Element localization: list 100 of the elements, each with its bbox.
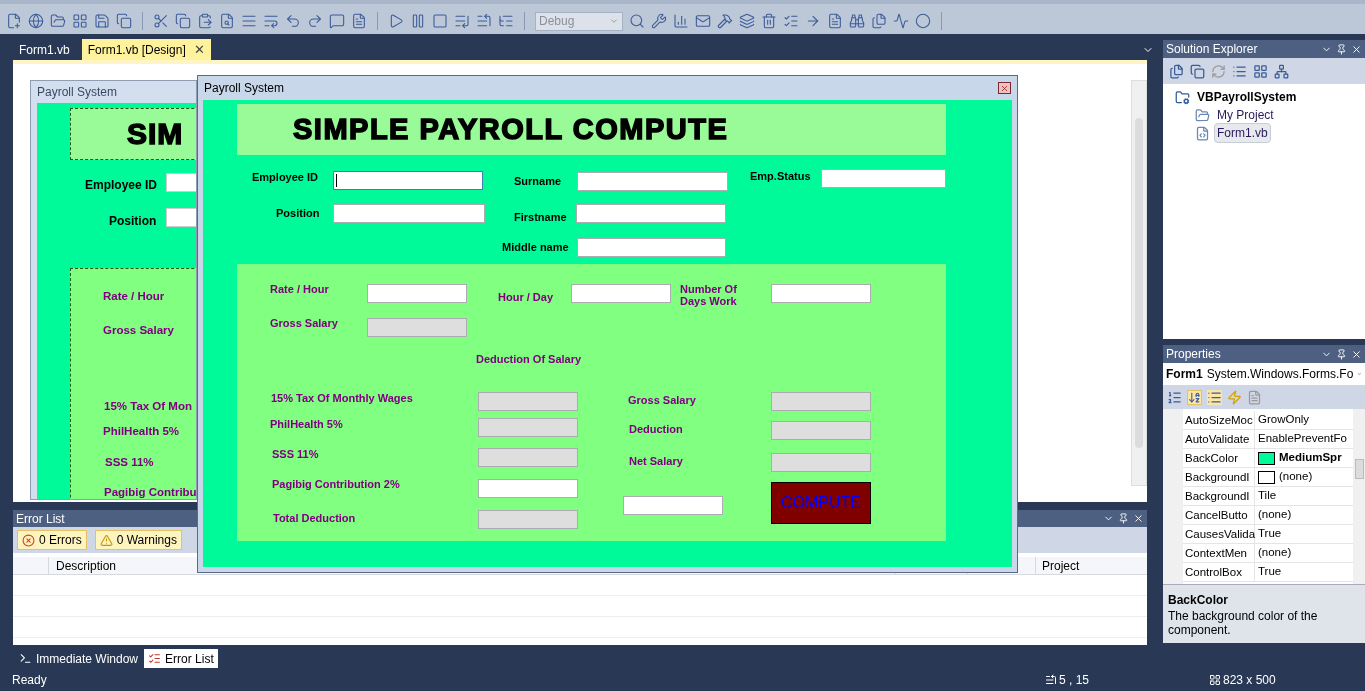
text-field[interactable]: [771, 284, 871, 303]
document-tab[interactable]: Form1.vb [Design] ✕: [81, 39, 211, 60]
property-name[interactable]: AutoValidate: [1183, 430, 1255, 448]
text-field[interactable]: [821, 169, 946, 188]
tree-item[interactable]: VBPayrollSystem: [1194, 87, 1300, 107]
property-value[interactable]: MediumSpr: [1279, 449, 1342, 467]
property-value[interactable]: True: [1258, 563, 1282, 581]
stop-icon[interactable]: [432, 13, 448, 29]
text-field[interactable]: [478, 448, 578, 467]
list-start-icon[interactable]: [476, 13, 492, 29]
property-name[interactable]: CancelButto: [1183, 506, 1255, 524]
wave-icon[interactable]: [893, 13, 909, 29]
text-field[interactable]: [771, 392, 871, 411]
refresh-icon[interactable]: [1211, 63, 1226, 79]
folder-icon[interactable]: [50, 13, 66, 29]
files-icon[interactable]: [1169, 63, 1184, 79]
property-value[interactable]: (none): [1258, 506, 1292, 524]
text-field[interactable]: [771, 453, 871, 472]
list-icon[interactable]: [454, 13, 470, 29]
property-name[interactable]: CausesValida: [1183, 525, 1255, 543]
lines-icon[interactable]: [241, 13, 257, 29]
find-file-icon[interactable]: [219, 13, 235, 29]
close-tab-button[interactable]: ✕: [193, 39, 205, 60]
mail-icon[interactable]: [695, 13, 711, 29]
play-icon[interactable]: [388, 13, 404, 29]
form-icon[interactable]: [827, 13, 843, 29]
pin-icon[interactable]: [1336, 348, 1347, 360]
text-field[interactable]: [623, 496, 723, 515]
text-field[interactable]: [478, 510, 578, 529]
text-field[interactable]: [576, 204, 726, 223]
panel-tab[interactable]: Immediate Window: [15, 649, 143, 668]
text-field[interactable]: [333, 204, 485, 223]
text-field[interactable]: [771, 421, 871, 440]
property-name[interactable]: ControlBox: [1183, 563, 1255, 581]
delete-icon[interactable]: [761, 13, 777, 29]
panel-tab[interactable]: Error List: [144, 649, 218, 668]
copy-icon[interactable]: [175, 13, 191, 29]
new-file-icon[interactable]: [6, 13, 22, 29]
text-field[interactable]: [478, 418, 578, 437]
list-tree-icon[interactable]: [498, 13, 514, 29]
vertical-scrollbar[interactable]: [1353, 409, 1365, 584]
text-field[interactable]: [478, 479, 578, 498]
list-icon[interactable]: [1207, 389, 1222, 405]
document-icon[interactable]: [351, 13, 367, 29]
redo-icon[interactable]: [307, 13, 323, 29]
grid-icon[interactable]: [72, 13, 88, 29]
pages-icon[interactable]: [1247, 389, 1262, 405]
property-value[interactable]: True: [1258, 525, 1282, 543]
tree-item[interactable]: My Project: [1214, 105, 1277, 125]
text-field[interactable]: [367, 284, 467, 303]
property-value[interactable]: (none): [1279, 468, 1313, 486]
property-value[interactable]: GrowOnly: [1258, 411, 1310, 429]
property-name[interactable]: BackColor: [1183, 449, 1255, 467]
diagram-icon[interactable]: [1274, 63, 1289, 79]
copy-icon[interactable]: [1190, 63, 1205, 79]
property-name[interactable]: BackgroundI: [1183, 487, 1255, 505]
text-field[interactable]: [478, 392, 578, 411]
globe-icon[interactable]: [28, 13, 44, 29]
column-header[interactable]: Project: [1036, 557, 1147, 574]
text-field[interactable]: [367, 318, 467, 337]
document-tab[interactable]: Form1.vb: [13, 39, 76, 60]
grid-icon[interactable]: [1253, 63, 1268, 79]
text-field[interactable]: [333, 171, 483, 190]
vertical-scrollbar[interactable]: [1131, 80, 1147, 486]
property-value[interactable]: EnablePreventFo: [1258, 430, 1347, 448]
binoculars-icon[interactable]: [849, 13, 865, 29]
property-value[interactable]: (none): [1258, 544, 1292, 562]
comment-icon[interactable]: [329, 13, 345, 29]
close-button[interactable]: [998, 82, 1011, 94]
layers-icon[interactable]: [739, 13, 755, 29]
list-icon[interactable]: [1232, 63, 1247, 79]
object-selector[interactable]: Form1 System.Windows.Forms.Fo: [1163, 363, 1365, 385]
files-icon[interactable]: [871, 13, 887, 29]
sort-az-icon[interactable]: [1187, 389, 1202, 405]
close-icon[interactable]: [1351, 43, 1362, 55]
tree-item[interactable]: Form1.vb: [1214, 123, 1271, 143]
pause-icon[interactable]: [410, 13, 426, 29]
undo-icon[interactable]: [285, 13, 301, 29]
filter-button[interactable]: 0 Errors: [17, 530, 87, 550]
wrench-icon[interactable]: [651, 13, 667, 29]
bar-chart-icon[interactable]: [673, 13, 689, 29]
property-name[interactable]: ContextMen: [1183, 544, 1255, 562]
search-icon[interactable]: [629, 13, 645, 29]
close-icon[interactable]: [1351, 348, 1362, 360]
text-field[interactable]: [577, 238, 726, 257]
cut-icon[interactable]: [153, 13, 169, 29]
text-field[interactable]: [571, 284, 671, 303]
property-name[interactable]: AutoSizeMoc: [1183, 411, 1255, 429]
pin-icon[interactable]: [1336, 43, 1347, 55]
checklist-icon[interactable]: [783, 13, 799, 29]
wrap-icon[interactable]: [263, 13, 279, 29]
property-name[interactable]: BackgroundI: [1183, 468, 1255, 486]
close-icon[interactable]: [1133, 513, 1144, 524]
paste-icon[interactable]: [197, 13, 213, 29]
save-icon[interactable]: [94, 13, 110, 29]
tools-icon[interactable]: [717, 13, 733, 29]
text-field[interactable]: [577, 172, 728, 191]
filter-button[interactable]: 0 Warnings: [94, 530, 182, 550]
pin-icon[interactable]: [1118, 513, 1129, 524]
record-icon[interactable]: [915, 13, 931, 29]
